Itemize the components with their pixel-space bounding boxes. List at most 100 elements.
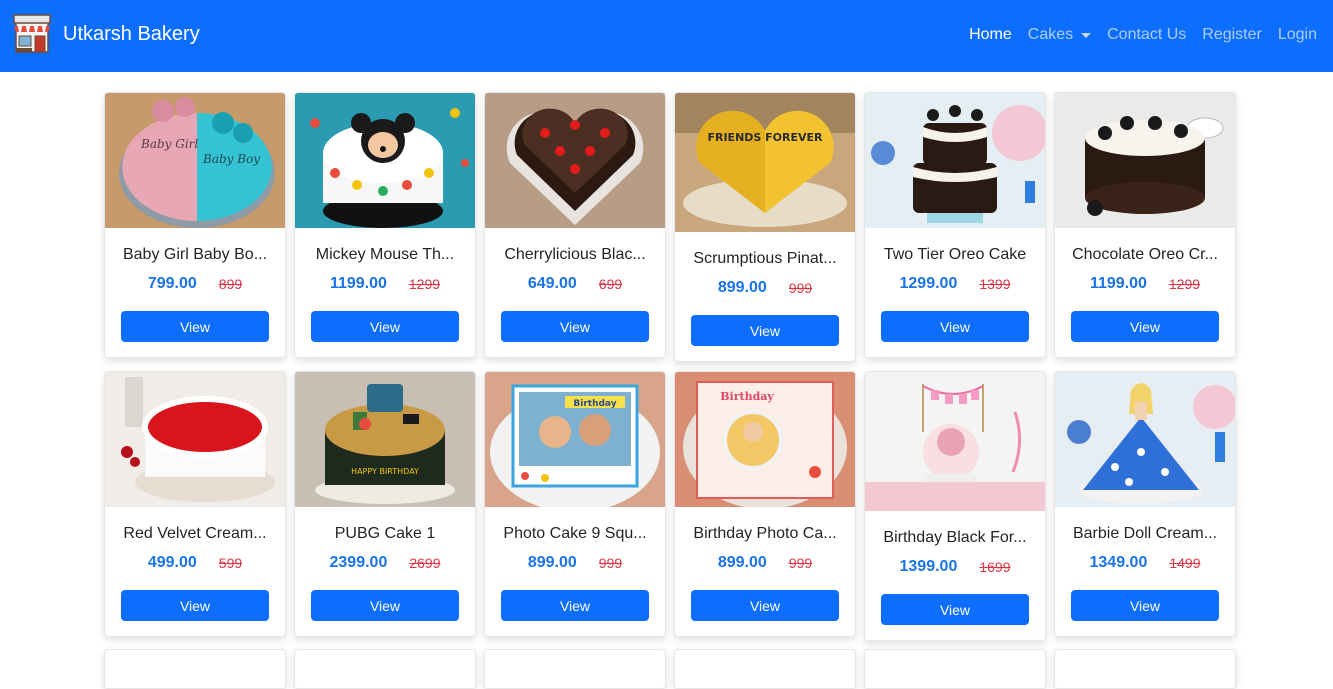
main-nav: Home Cakes Contact Us Register Login (961, 23, 1325, 47)
product-title[interactable]: Baby Girl Baby Bo... (105, 245, 285, 265)
product-title[interactable]: Photo Cake 9 Squ... (485, 524, 665, 544)
product-old-price: 999 (788, 555, 813, 571)
product-card-partial (484, 649, 666, 689)
navbar: Utkarsh Bakery Home Cakes Contact Us Reg… (0, 0, 1333, 72)
product-old-price: 599 (218, 555, 243, 571)
view-button[interactable]: View (1071, 590, 1219, 621)
price-row: 2399.00 2699 (295, 553, 475, 573)
price-row: 1399.00 1699 (865, 557, 1045, 577)
brand-link[interactable]: Utkarsh Bakery (13, 14, 200, 54)
view-button[interactable]: View (311, 311, 459, 342)
product-image: Baby Girl Baby Boy (105, 93, 285, 228)
product-card: Cherrylicious Blac... 649.00 699 View (484, 92, 666, 358)
product-card: Red Velvet Cream... 499.00 599 View (104, 371, 286, 637)
view-button[interactable]: View (121, 590, 269, 621)
product-title[interactable]: Chocolate Oreo Cr... (1055, 245, 1235, 265)
product-card: Birthday Black For... 1399.00 1699 View (864, 371, 1046, 641)
product-image: Birthday (675, 372, 855, 507)
view-button[interactable]: View (691, 315, 839, 346)
price-row: 499.00 599 (105, 553, 285, 573)
product-title[interactable]: Birthday Black For... (865, 528, 1045, 548)
view-button[interactable]: View (881, 594, 1029, 625)
product-image: FRIENDS FOREVER (675, 93, 855, 232)
product-old-price: 699 (598, 276, 623, 292)
product-old-price: 1299 (408, 276, 441, 292)
product-image: HAPPY BIRTHDAY (295, 372, 475, 507)
product-title[interactable]: Two Tier Oreo Cake (865, 245, 1045, 265)
product-title[interactable]: Red Velvet Cream... (105, 524, 285, 544)
product-image (485, 93, 665, 228)
product-card: HAPPY BIRTHDAY PUBG Cake 1 2399.00 2699 … (294, 371, 476, 637)
product-old-price: 899 (218, 276, 243, 292)
product-price: 499.00 (147, 554, 197, 571)
product-price: 1349.00 (1089, 554, 1148, 571)
product-old-price: 1299 (1168, 276, 1201, 292)
cake-text-baby-girl: Baby Girl (140, 137, 198, 151)
price-row: 1199.00 1299 (295, 274, 475, 294)
product-image (1055, 93, 1235, 228)
product-title[interactable]: Barbie Doll Cream... (1055, 524, 1235, 544)
bakery-shop-icon (13, 14, 51, 53)
cake-text-baby-boy: Baby Boy (202, 152, 260, 166)
nav-cakes-dropdown[interactable]: Cakes (1020, 23, 1099, 47)
product-card: Birthday Photo Cake 9 Squ... 899.00 999 … (484, 371, 666, 637)
product-price: 2399.00 (329, 554, 388, 571)
product-card: Mickey Mouse Th... 1199.00 1299 View (294, 92, 476, 358)
brand-name: Utkarsh Bakery (63, 22, 200, 45)
nav-login[interactable]: Login (1270, 23, 1325, 47)
view-button[interactable]: View (311, 590, 459, 621)
price-row: 1299.00 1399 (865, 274, 1045, 294)
product-old-price: 1399 (979, 276, 1011, 292)
price-row: 649.00 699 (485, 274, 665, 294)
product-title[interactable]: Birthday Photo Ca... (675, 524, 855, 544)
product-image (295, 93, 475, 228)
price-row: 1349.00 1499 (1055, 553, 1235, 573)
product-card-partial (1054, 649, 1236, 689)
product-title[interactable]: PUBG Cake 1 (295, 524, 475, 544)
price-row: 899.00 999 (675, 278, 855, 298)
nav-register[interactable]: Register (1194, 23, 1270, 47)
product-price: 899.00 (717, 279, 767, 296)
product-card: Barbie Doll Cream... 1349.00 1499 View (1054, 371, 1236, 637)
product-price: 1399.00 (899, 558, 958, 575)
view-button[interactable]: View (691, 590, 839, 621)
product-image (1055, 372, 1235, 507)
cake-text-happy-birthday: HAPPY BIRTHDAY (351, 467, 419, 476)
product-price: 1199.00 (1089, 275, 1147, 292)
product-price: 899.00 (527, 554, 577, 571)
nav-home[interactable]: Home (961, 23, 1020, 47)
view-button[interactable]: View (1071, 311, 1219, 342)
view-button[interactable]: View (881, 311, 1029, 342)
product-old-price: 2699 (409, 555, 441, 571)
price-row: 1199.00 1299 (1055, 274, 1235, 294)
product-card: Two Tier Oreo Cake 1299.00 1399 View (864, 92, 1046, 358)
product-card-partial (674, 649, 856, 689)
nav-contact-us[interactable]: Contact Us (1099, 23, 1194, 47)
product-old-price: 999 (598, 555, 623, 571)
product-price: 1299.00 (899, 275, 958, 292)
product-old-price: 1499 (1169, 555, 1201, 571)
product-card: Birthday Birthday Photo Ca... 899.00 999… (674, 371, 856, 637)
product-old-price: 1699 (979, 559, 1011, 575)
price-row: 799.00 899 (105, 274, 285, 294)
nav-cakes-label: Cakes (1027, 26, 1074, 43)
product-image: Birthday (485, 372, 665, 507)
product-title[interactable]: Scrumptious Pinat... (675, 249, 855, 269)
view-button[interactable]: View (501, 311, 649, 342)
product-price: 799.00 (147, 275, 197, 292)
product-card: Chocolate Oreo Cr... 1199.00 1299 View (1054, 92, 1236, 358)
caret-down-icon (1081, 32, 1092, 38)
cake-text-birthday: Birthday (573, 399, 616, 409)
view-button[interactable]: View (121, 311, 269, 342)
price-row: 899.00 999 (485, 553, 665, 573)
product-image (865, 372, 1045, 511)
product-title[interactable]: Cherrylicious Blac... (485, 245, 665, 265)
product-old-price: 999 (788, 280, 813, 296)
product-card: Baby Girl Baby Boy Baby Girl Baby Bo... … (104, 92, 286, 358)
cake-text-birthday: Birthday (720, 390, 774, 403)
product-card-partial (104, 649, 286, 689)
product-price: 649.00 (527, 275, 577, 292)
product-title[interactable]: Mickey Mouse Th... (295, 245, 475, 265)
view-button[interactable]: View (501, 590, 649, 621)
product-price: 1199.00 (329, 275, 387, 292)
